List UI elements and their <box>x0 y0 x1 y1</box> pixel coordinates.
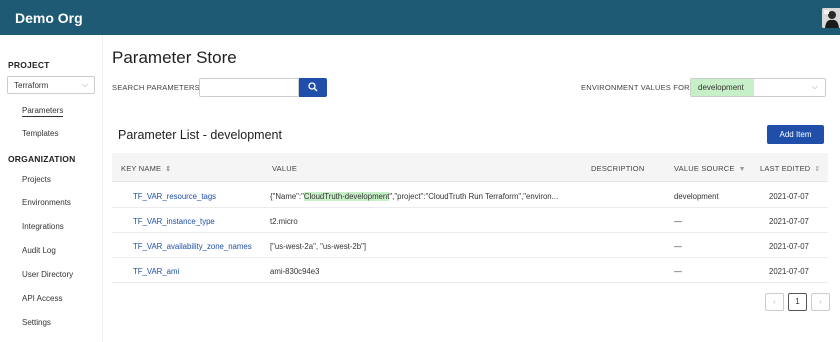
environment-tag: development <box>691 79 754 96</box>
column-key-name-label: KEY NAME <box>121 164 162 173</box>
sidebar-item-integrations[interactable]: Integrations <box>22 222 64 231</box>
parameter-value: ["us-west-2a", "us-west-2b"] <box>270 242 366 251</box>
parameter-key-link[interactable]: TF_VAR_ami <box>133 267 179 276</box>
pagination-page-1[interactable]: 1 <box>788 293 807 311</box>
environment-select[interactable]: development ⌵ <box>690 78 826 97</box>
sidebar-item-settings[interactable]: Settings <box>22 318 51 327</box>
sidebar: PROJECT Terraform ⌵ Parameters Templates… <box>0 35 103 342</box>
column-value-source-label: VALUE SOURCE <box>674 164 735 173</box>
last-edited: 2021-07-07 <box>769 242 809 251</box>
last-edited: 2021-07-07 <box>769 217 809 226</box>
table-row[interactable]: TF_VAR_resource_tags {"Name":"CloudTruth… <box>112 183 828 208</box>
value-source: — <box>674 267 682 276</box>
sort-icon[interactable]: ⇕ <box>165 166 171 173</box>
sidebar-item-parameters[interactable]: Parameters <box>22 106 64 117</box>
top-bar: Demo Org <box>0 0 840 35</box>
table-row[interactable]: TF_VAR_instance_type t2.micro — 2021-07-… <box>112 208 828 233</box>
column-value-source[interactable]: VALUE SOURCE ▼ <box>674 164 746 173</box>
parameter-key-link[interactable]: TF_VAR_availability_zone_names <box>133 242 252 251</box>
search-label: SEARCH PARAMETERS: <box>112 83 203 92</box>
value-source: development <box>674 192 719 201</box>
chevron-down-icon: ⌵ <box>811 82 818 91</box>
environment-value: development <box>698 83 744 92</box>
column-last-edited[interactable]: LAST EDITED ⇕ <box>760 164 821 173</box>
parameter-value: {"Name":"CloudTruth-development","projec… <box>270 192 559 201</box>
search-input[interactable] <box>199 78 299 97</box>
table-row[interactable]: TF_VAR_ami ami-830c94e3 — 2021-07-07 <box>112 258 828 283</box>
environment-label: ENVIRONMENT VALUES FOR: <box>581 83 693 92</box>
sidebar-item-user-directory[interactable]: User Directory <box>22 270 73 279</box>
pagination-prev-button[interactable]: ‹ <box>765 293 784 311</box>
value-highlight: CloudTruth-development <box>303 192 390 201</box>
parameter-value: ami-830c94e3 <box>270 267 320 276</box>
value-source: — <box>674 242 682 251</box>
pagination-next-button[interactable]: › <box>811 293 830 311</box>
chevron-down-icon: ⌵ <box>81 80 88 89</box>
page-title: Parameter Store <box>112 48 237 67</box>
sidebar-item-templates[interactable]: Templates <box>22 129 58 138</box>
sort-icon[interactable]: ⇕ <box>814 166 820 173</box>
column-description: DESCRIPTION <box>591 164 645 173</box>
parameter-value: t2.micro <box>270 217 298 226</box>
sidebar-item-environments[interactable]: Environments <box>22 198 71 207</box>
filter-icon[interactable]: ▼ <box>739 166 746 173</box>
table-header: KEY NAME ⇕ VALUE DESCRIPTION VALUE SOURCE… <box>112 153 828 182</box>
column-last-edited-label: LAST EDITED <box>760 164 811 173</box>
sidebar-item-audit-log[interactable]: Audit Log <box>22 246 56 255</box>
parameter-key-link[interactable]: TF_VAR_instance_type <box>133 217 215 226</box>
parameter-key-link[interactable]: TF_VAR_resource_tags <box>133 192 216 201</box>
org-name[interactable]: Demo Org <box>15 10 83 26</box>
search-icon <box>308 82 318 92</box>
search-button[interactable] <box>299 78 327 97</box>
column-value: VALUE <box>272 164 298 173</box>
value-source: — <box>674 217 682 226</box>
project-heading: PROJECT <box>8 60 50 70</box>
add-item-button[interactable]: Add Item <box>767 125 824 144</box>
organization-heading: ORGANIZATION <box>8 154 76 164</box>
avatar[interactable] <box>822 8 840 28</box>
parameter-list-title: Parameter List - development <box>118 128 282 142</box>
project-select-value: Terraform <box>14 81 49 90</box>
project-select[interactable]: Terraform ⌵ <box>7 76 95 94</box>
sidebar-item-api-access[interactable]: API Access <box>22 294 62 303</box>
sidebar-item-projects[interactable]: Projects <box>22 175 51 184</box>
table-row[interactable]: TF_VAR_availability_zone_names ["us-west… <box>112 233 828 258</box>
last-edited: 2021-07-07 <box>769 192 809 201</box>
column-key-name[interactable]: KEY NAME ⇕ <box>121 164 171 173</box>
last-edited: 2021-07-07 <box>769 267 809 276</box>
